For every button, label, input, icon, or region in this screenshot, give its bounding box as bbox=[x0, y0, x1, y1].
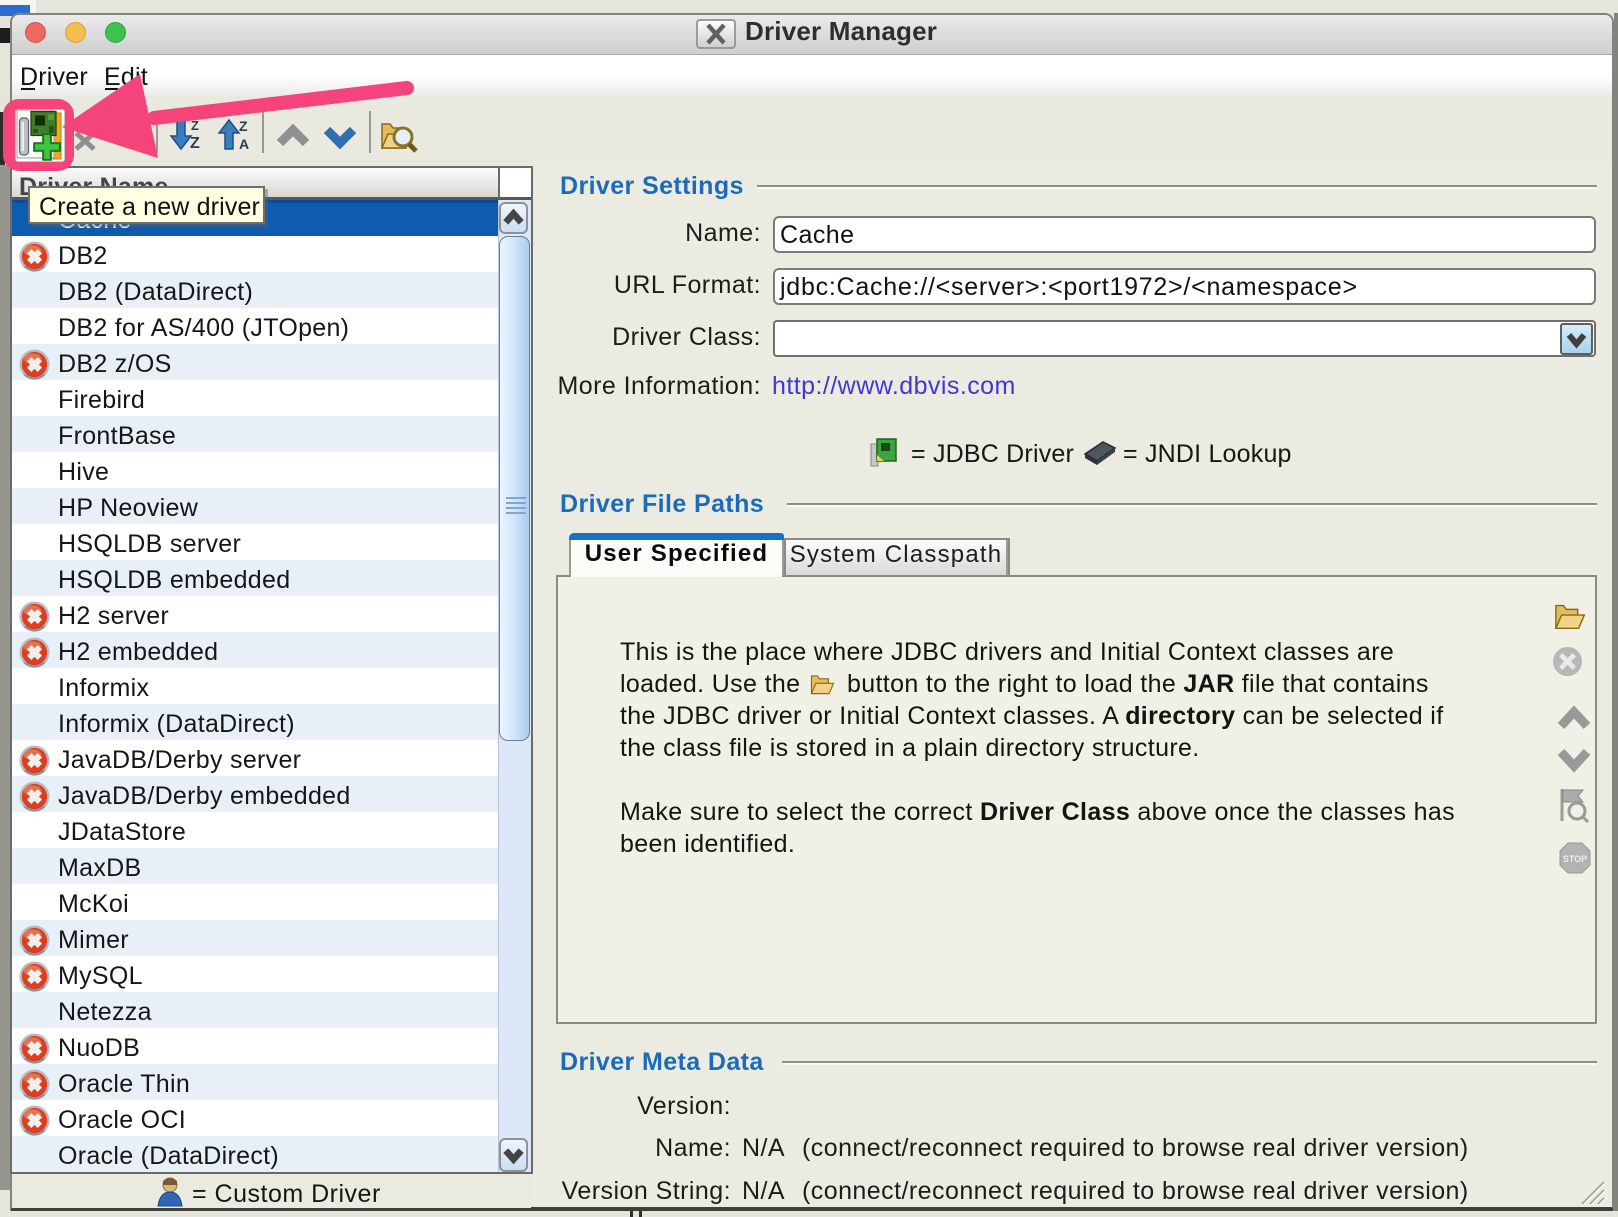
svg-text:STOP: STOP bbox=[1563, 854, 1587, 864]
